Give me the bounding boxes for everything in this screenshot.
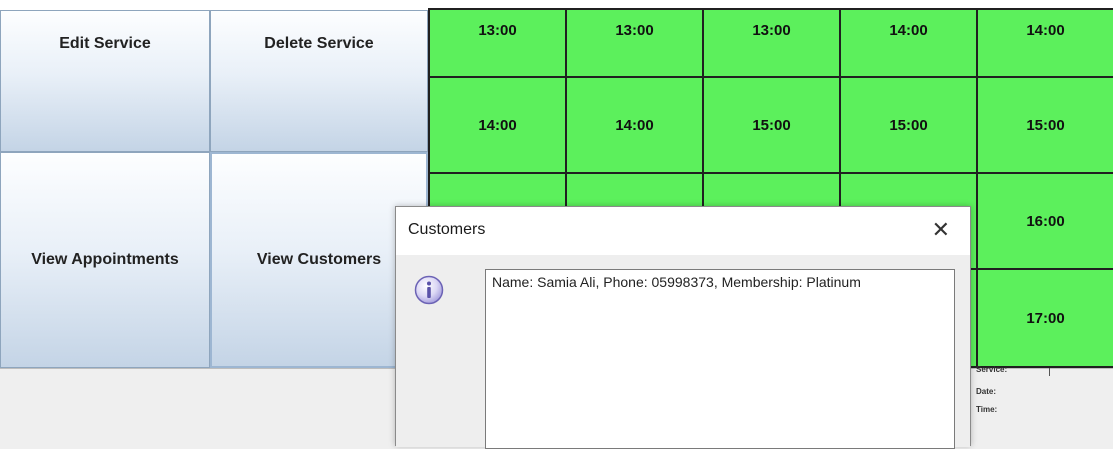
customers-dialog: Customers ✕ Name: Samia Ali, Phone: 0599… bbox=[395, 206, 971, 449]
view-appointments-label: View Appointments bbox=[31, 251, 179, 268]
time-slot-label: 14:00 bbox=[615, 116, 654, 134]
customers-text-area[interactable]: Name: Samia Ali, Phone: 05998373, Member… bbox=[485, 269, 955, 449]
time-slot-label: 16:00 bbox=[1026, 212, 1065, 230]
time-slot-label: 14:00 bbox=[889, 22, 928, 39]
service-label: Service: bbox=[976, 365, 1008, 374]
close-icon[interactable]: ✕ bbox=[932, 217, 950, 243]
time-slot[interactable]: 13:00 bbox=[565, 8, 704, 78]
time-slot[interactable]: 15:00 bbox=[839, 76, 978, 174]
info-icon bbox=[414, 275, 444, 305]
edit-service-label: Edit Service bbox=[59, 35, 151, 52]
time-slot-label: 13:00 bbox=[615, 22, 654, 39]
time-slot[interactable]: 14:00 bbox=[428, 76, 567, 174]
time-slot-label: 15:00 bbox=[752, 116, 791, 134]
time-slot[interactable]: 13:00 bbox=[428, 8, 567, 78]
time-slot-label: 13:00 bbox=[478, 22, 517, 39]
delete-service-label: Delete Service bbox=[264, 35, 374, 52]
time-slot-label: 14:00 bbox=[478, 116, 517, 134]
dialog-content: Name: Samia Ali, Phone: 05998373, Member… bbox=[396, 255, 970, 449]
time-slot-label: 13:00 bbox=[752, 22, 791, 39]
dialog-title: Customers bbox=[408, 221, 486, 238]
time-slot-label: 17:00 bbox=[1026, 309, 1065, 327]
time-slot[interactable]: 14:00 bbox=[839, 8, 978, 78]
edit-service-button[interactable]: Edit Service bbox=[0, 10, 210, 152]
dialog-titlebar[interactable]: Customers ✕ bbox=[396, 207, 970, 255]
time-slot[interactable]: 13:00 bbox=[702, 8, 841, 78]
view-customers-label: View Customers bbox=[256, 251, 382, 268]
time-slot[interactable]: 14:00 bbox=[565, 76, 704, 174]
time-slot[interactable]: 16:00 bbox=[976, 172, 1113, 270]
time-label: Time: bbox=[976, 405, 998, 414]
delete-service-button[interactable]: Delete Service bbox=[210, 10, 428, 152]
time-slot-label: 14:00 bbox=[1026, 22, 1065, 39]
date-label: Date: bbox=[976, 387, 997, 396]
time-slot[interactable]: 15:00 bbox=[702, 76, 841, 174]
time-slot[interactable]: 15:00 bbox=[976, 76, 1113, 174]
divider bbox=[1049, 368, 1050, 376]
time-slot[interactable]: 17:00 bbox=[976, 268, 1113, 368]
time-slot[interactable]: 14:00 bbox=[976, 8, 1113, 78]
time-slot-label: 15:00 bbox=[889, 116, 928, 134]
time-slot-label: 15:00 bbox=[1026, 116, 1065, 134]
view-appointments-button[interactable]: View Appointments bbox=[0, 152, 210, 368]
